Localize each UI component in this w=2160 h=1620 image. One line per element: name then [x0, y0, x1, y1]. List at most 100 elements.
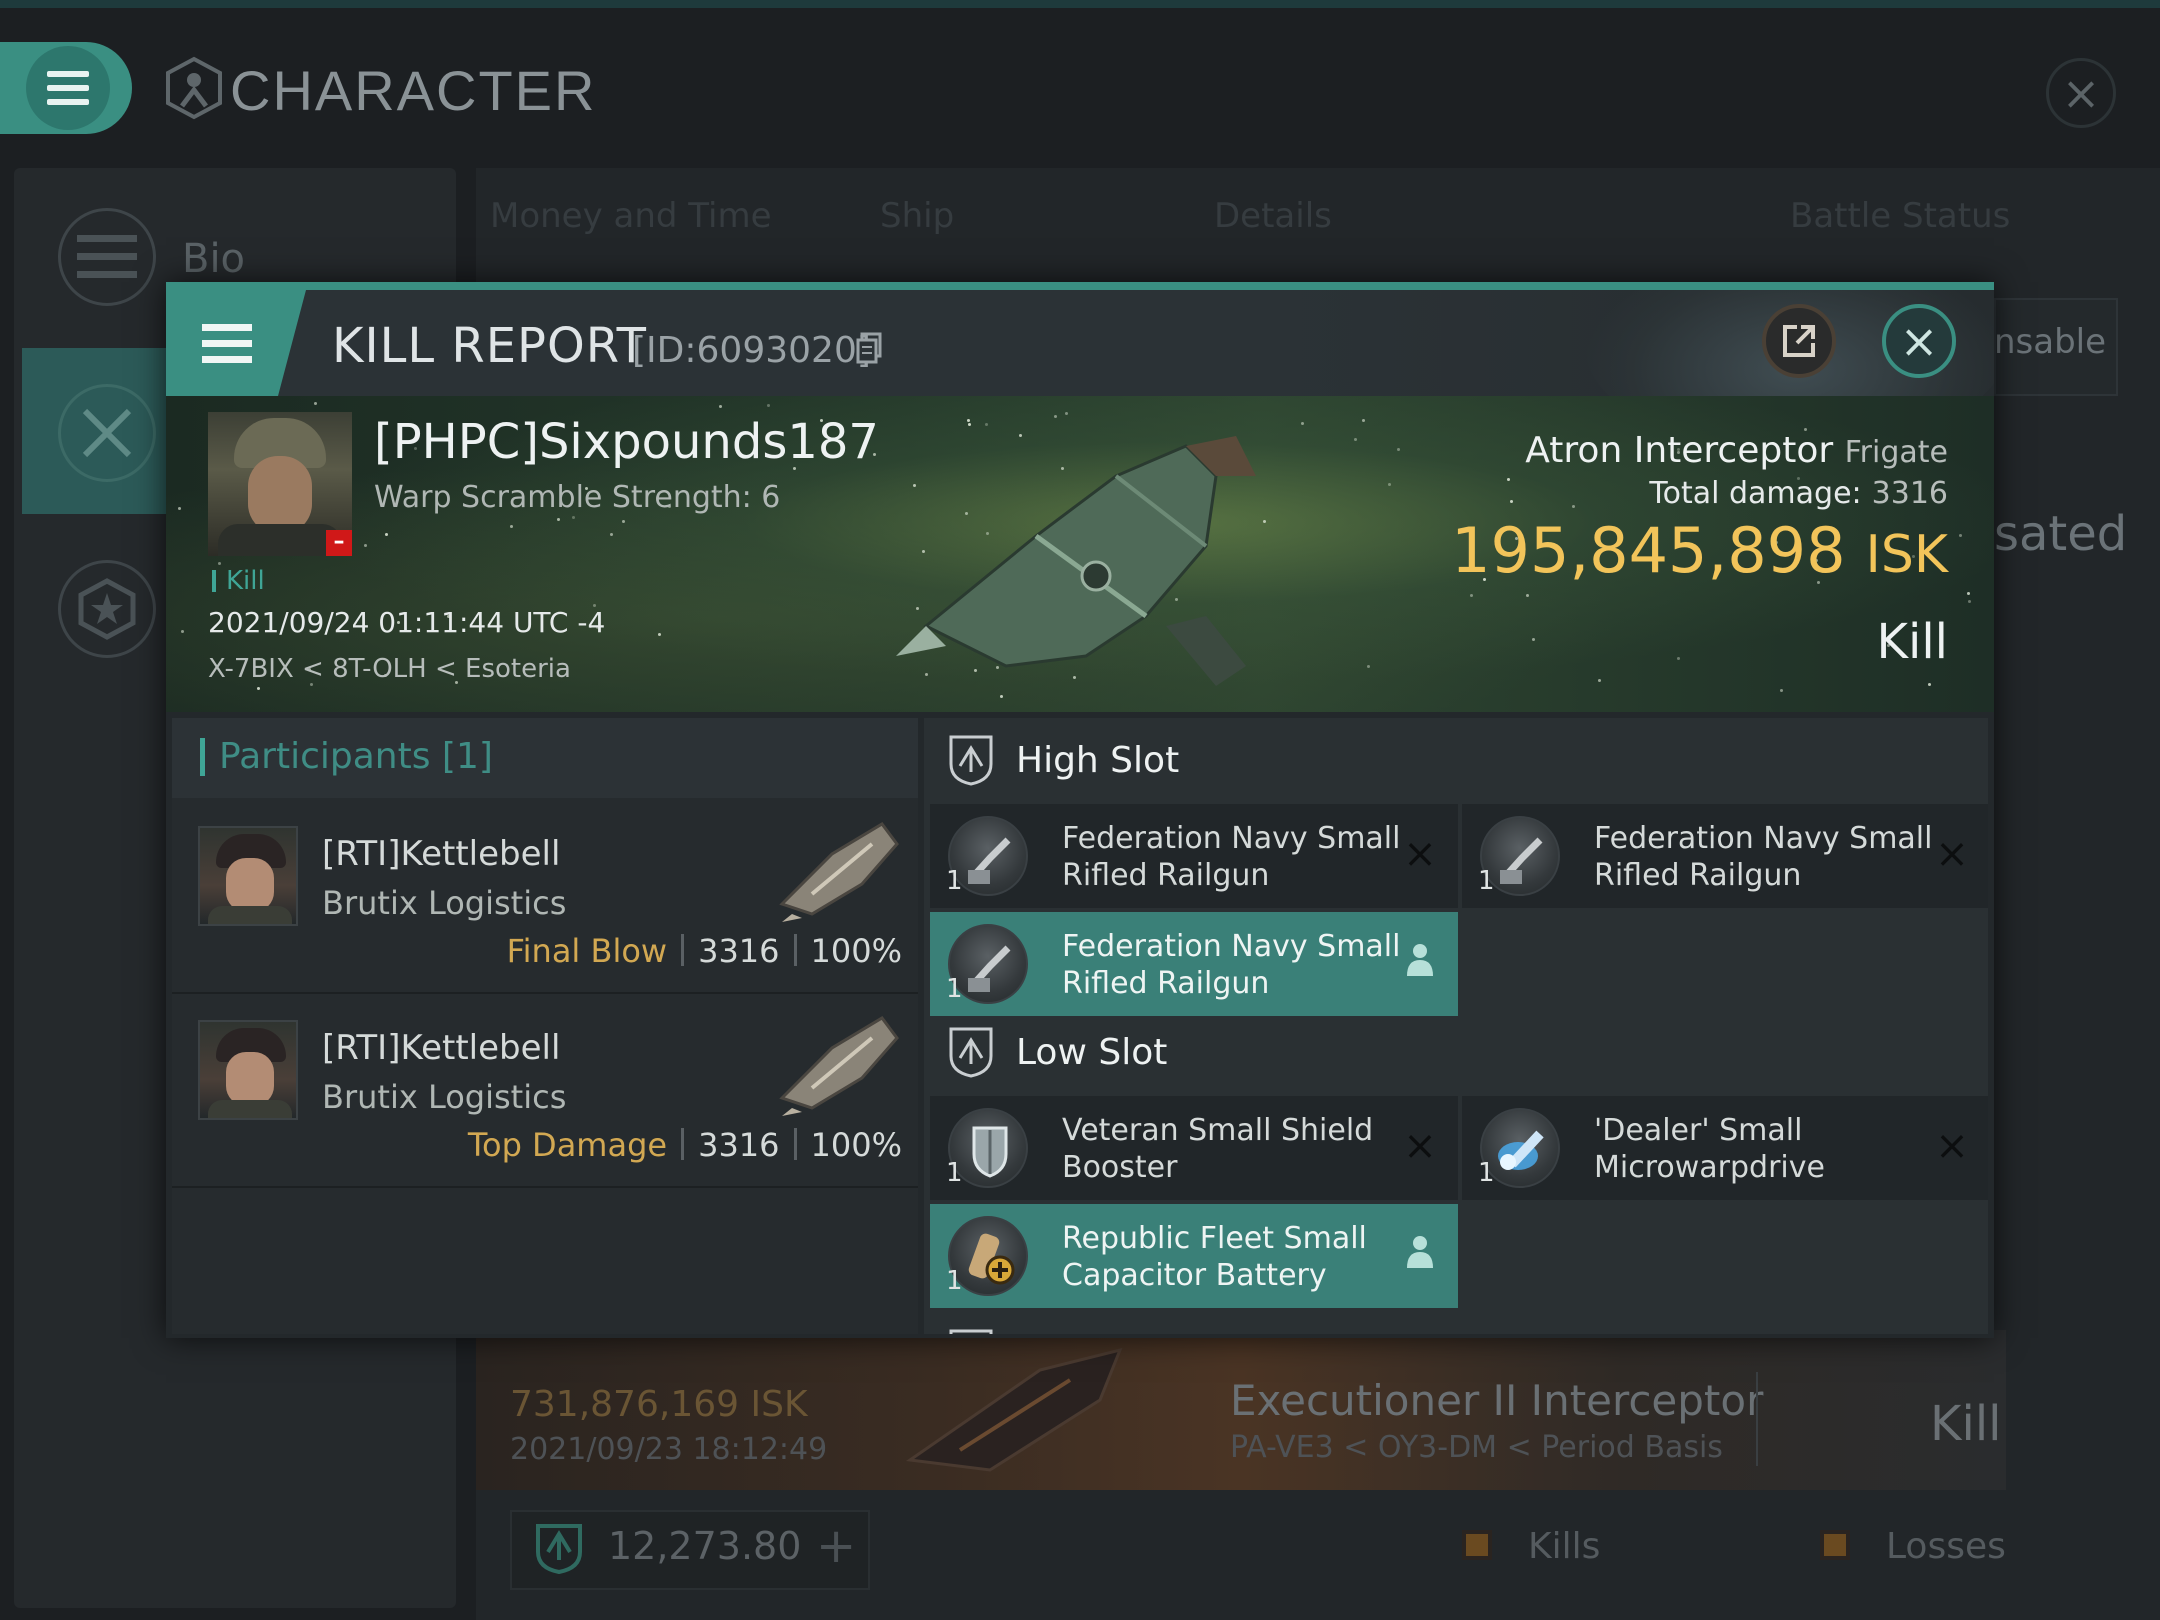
- kill-report-id: [ID:6093020]: [632, 330, 871, 371]
- item-quantity: 1: [946, 1266, 963, 1296]
- legend-losses-label: Losses: [1886, 1526, 2006, 1567]
- destroyed-icon: ×: [1403, 1123, 1437, 1169]
- participant-stats: Top Damage 3316 100%: [468, 1126, 902, 1164]
- background-text: nsable: [1994, 322, 2107, 362]
- window-close-button[interactable]: ×: [2046, 58, 2116, 128]
- fitting-item[interactable]: 1 Republic Fleet Small Capacitor Battery: [930, 1204, 1458, 1308]
- high-slot-icon: [949, 735, 993, 786]
- add-icon[interactable]: +: [816, 1518, 856, 1574]
- star-dot: [1388, 483, 1391, 486]
- total-damage: Total damage: 3316: [1649, 476, 1948, 511]
- participant-portrait[interactable]: [198, 826, 298, 926]
- low-slot-icon: [949, 1027, 993, 1078]
- tab-ship[interactable]: Ship: [880, 196, 954, 236]
- participant-ship-image: [779, 1016, 899, 1116]
- tab-details[interactable]: Details: [1214, 196, 1332, 236]
- fitting-item[interactable]: 1 Veteran Small Shield Booster ×: [930, 1096, 1458, 1200]
- participants-panel: Participants [1] [RTI]Kettlebell Brutix …: [172, 718, 918, 1334]
- isk-value: 195,845,898 ISK: [1451, 514, 1948, 587]
- low-slot-label: Low Slot: [1016, 1032, 1168, 1073]
- participants-header: Participants [1]: [172, 718, 918, 798]
- fitting-item[interactable]: 1 Federation Navy Small Rifled Railgun ×: [930, 804, 1458, 908]
- tab-battle-status[interactable]: Battle Status: [1790, 196, 2010, 236]
- star-dot: [178, 507, 181, 510]
- share-button[interactable]: [1762, 304, 1836, 378]
- star-dot: [1968, 600, 1971, 603]
- participant-label: Top Damage: [467, 1126, 668, 1164]
- modal-menu-button[interactable]: [166, 290, 306, 396]
- star-dot: [1572, 505, 1575, 508]
- participant-ship: Brutix Logistics: [322, 1078, 567, 1116]
- star-dot: [1301, 422, 1304, 425]
- footer-value: 12,273.80: [608, 1524, 802, 1568]
- kill-location[interactable]: X-7BIX < 8T-OLH < Esoteria: [208, 654, 571, 684]
- fitting-item[interactable]: 1 'Dealer' Small Microwarpdrive ×: [1462, 1096, 1988, 1200]
- background-text: sated: [1994, 506, 2128, 562]
- star-dot: [181, 630, 184, 633]
- star-dot: [1598, 679, 1601, 682]
- item-name: Veteran Small Shield Booster: [1062, 1113, 1374, 1185]
- copy-icon[interactable]: [856, 332, 882, 364]
- participant-portrait[interactable]: [198, 1020, 298, 1120]
- ship-class: Frigate: [1844, 435, 1948, 470]
- window-title: CHARACTER: [230, 59, 597, 122]
- star-dot: [385, 533, 388, 536]
- menu-icon: [58, 208, 156, 306]
- participant-damage: 3316: [698, 932, 780, 970]
- kill-tag: Kill: [212, 568, 265, 594]
- warp-scramble-strength: Warp Scramble Strength: 6: [374, 480, 781, 515]
- item-quantity: 1: [946, 1158, 963, 1188]
- modal-close-button[interactable]: ×: [1882, 304, 1956, 378]
- victim-ship-name[interactable]: Atron Interceptor Frigate: [1525, 430, 1948, 471]
- item-quantity: 1: [1478, 1158, 1495, 1188]
- victim-name[interactable]: [PHPC]Sixpounds187: [374, 414, 879, 470]
- star-dot: [510, 525, 513, 528]
- star-dot: [1959, 534, 1962, 537]
- participants-title: Participants [1]: [200, 738, 493, 776]
- dropped-icon: [1400, 942, 1440, 982]
- star-dot: [1354, 438, 1357, 441]
- participant-name[interactable]: [RTI]Kettlebell: [322, 1028, 560, 1068]
- star-dot: [314, 402, 317, 405]
- victim-portrait[interactable]: –: [208, 412, 352, 556]
- combat-icon: [58, 384, 156, 482]
- legend-kills-label: Kills: [1528, 1526, 1601, 1567]
- star-dot: [1677, 657, 1680, 660]
- item-name: Federation Navy Small Rifled Railgun: [1062, 929, 1401, 1001]
- star-dot: [364, 544, 367, 547]
- fitting-item[interactable]: 1 Federation Navy Small Rifled Railgun ×: [1462, 804, 1988, 908]
- star-dot: [1532, 638, 1535, 641]
- window-top-edge: [0, 0, 2160, 8]
- item-name: Federation Navy Small Rifled Railgun: [1594, 821, 1933, 893]
- star-icon: [58, 560, 156, 658]
- tab-money-and-time[interactable]: Money and Time: [490, 196, 772, 236]
- destroyed-icon: ×: [1935, 831, 1969, 877]
- participant-row[interactable]: [RTI]Kettlebell Brutix Logistics Top Dam…: [172, 998, 918, 1188]
- background-kill-date: 2021/09/23 18:12:49: [510, 1432, 828, 1467]
- mid-slot-icon: [949, 1329, 993, 1334]
- ship-slot-icon: [536, 1524, 582, 1574]
- mid-slot-header: [924, 1312, 1988, 1334]
- star-dot: [1367, 665, 1370, 668]
- star-dot: [1065, 412, 1068, 415]
- fitting-panel: High Slot 1 Federation Navy Small Rifled…: [924, 718, 1988, 1334]
- item-name: 'Dealer' Small Microwarpdrive: [1594, 1113, 1825, 1185]
- fitting-item[interactable]: 1 Federation Navy Small Rifled Railgun: [930, 912, 1458, 1016]
- destroyed-icon: ×: [1935, 1123, 1969, 1169]
- main-menu-button[interactable]: [0, 42, 132, 134]
- background-kill-ship: Executioner II Interceptor: [1230, 1376, 1764, 1425]
- participant-label: Final Blow: [506, 932, 668, 970]
- participant-name[interactable]: [RTI]Kettlebell: [322, 834, 560, 874]
- victim-ship-image[interactable]: [886, 416, 1286, 706]
- divider: [1756, 1372, 1758, 1466]
- item-name: Federation Navy Small Rifled Railgun: [1062, 821, 1401, 893]
- star-dot: [610, 533, 613, 536]
- destroyed-icon: ×: [1403, 831, 1437, 877]
- star-dot: [1526, 594, 1529, 597]
- participant-row[interactable]: [RTI]Kettlebell Brutix Logistics Final B…: [172, 804, 918, 994]
- star-dot: [719, 405, 722, 408]
- kill-datetime: 2021/09/24 01:11:44 UTC -4: [208, 606, 606, 639]
- kill-report-modal: KILL REPORT [ID:6093020] × – [PHPC]Sixpo…: [166, 282, 1994, 1338]
- legend-kills-icon: [1462, 1530, 1492, 1560]
- participant-percent: 100%: [810, 932, 902, 970]
